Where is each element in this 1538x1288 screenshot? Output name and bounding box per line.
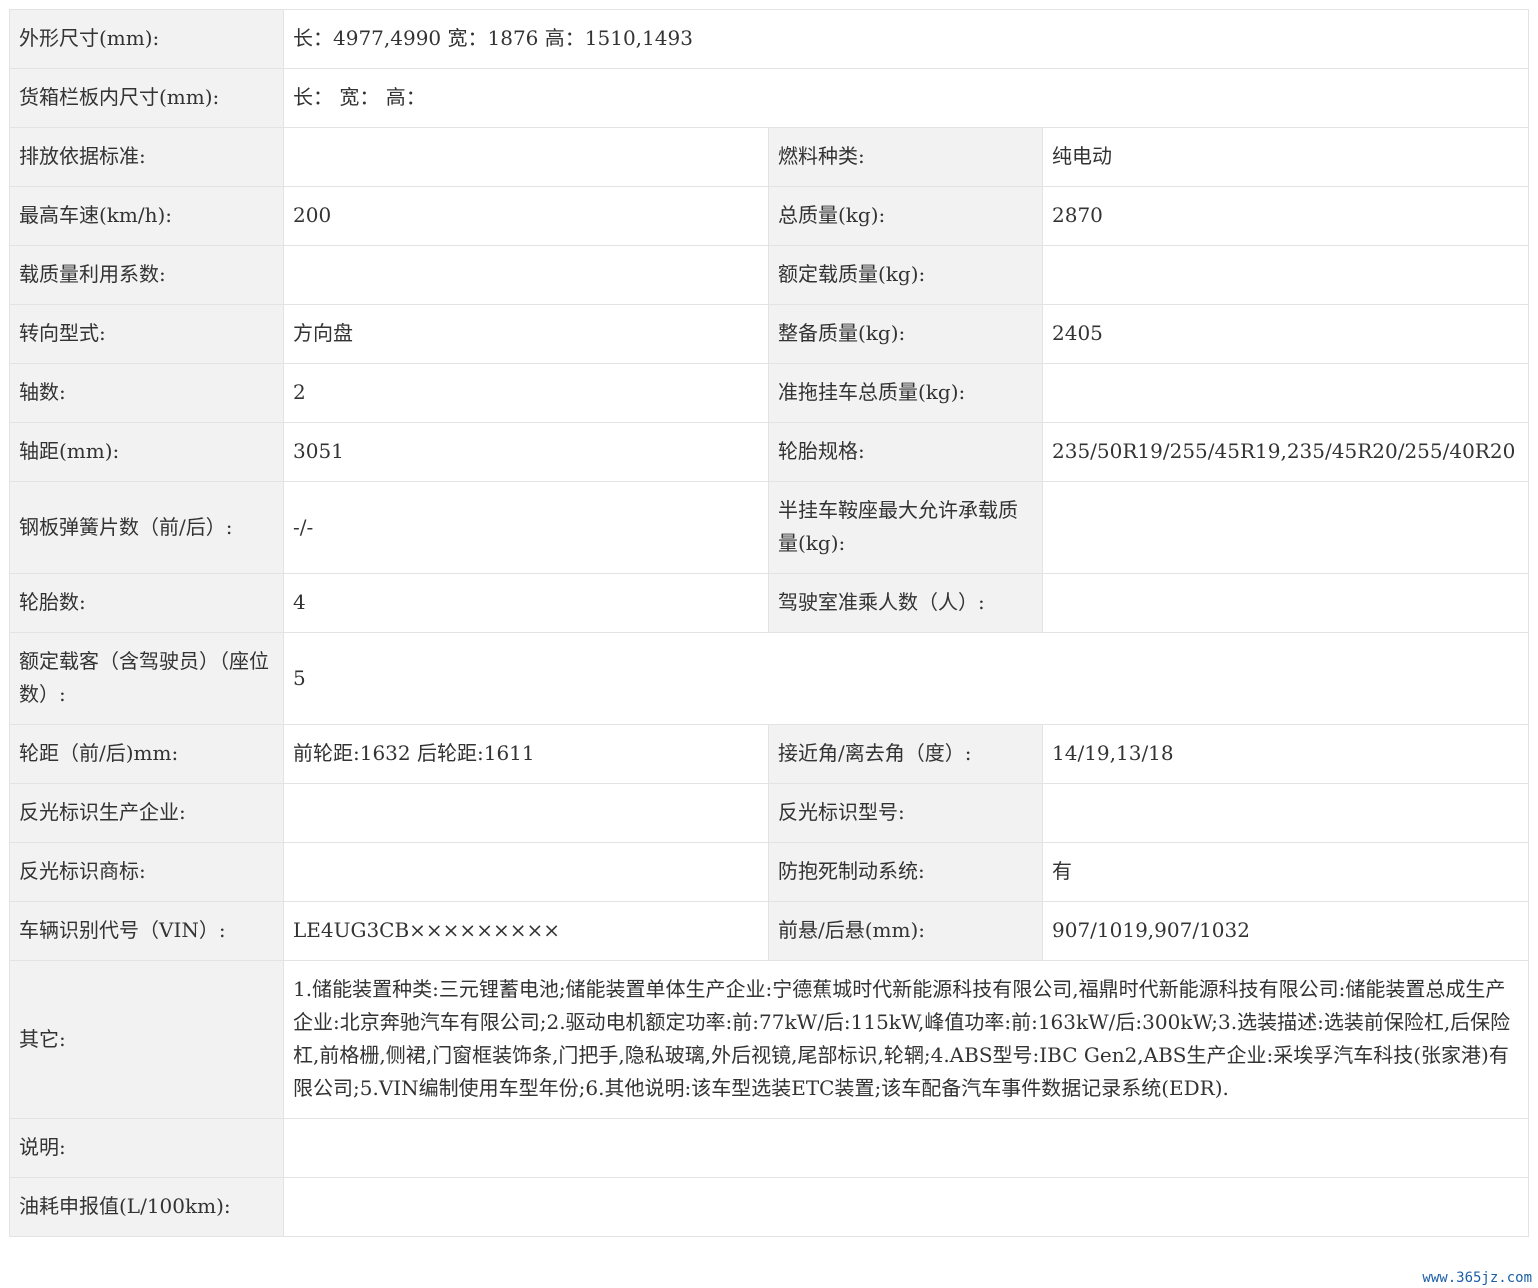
label-curb-mass: 整备质量(kg): [768, 304, 1043, 364]
label-cab-occupants: 驾驶室准乘人数（人）: [768, 573, 1043, 633]
row-load-utilization: 载质量利用系数: 额定载质量(kg): [9, 245, 1529, 305]
value-approach-departure: 14/19,13/18 [1042, 724, 1529, 784]
value-track-width: 前轮距:1632 后轮距:1611 [283, 724, 769, 784]
site-watermark: www.365jz.com [1422, 1270, 1532, 1286]
label-other: 其它: [9, 960, 284, 1119]
row-emission-fuel: 排放依据标准: 燃料种类: 纯电动 [9, 127, 1529, 187]
value-tire-spec: 235/50R19/255/45R19,235/45R20/255/40R20 [1042, 422, 1529, 482]
value-abs: 有 [1042, 842, 1529, 902]
label-axle-count: 轴数: [9, 363, 284, 423]
row-vin-overhang: 车辆识别代号（VIN）: LE4UG3CB××××××××× 前悬/后悬(mm)… [9, 901, 1529, 961]
label-track-width: 轮距（前/后)mm: [9, 724, 284, 784]
value-reflector-maker [283, 783, 769, 843]
row-track-angles: 轮距（前/后)mm: 前轮距:1632 后轮距:1611 接近角/离去角（度）:… [9, 724, 1529, 784]
value-curb-mass: 2405 [1042, 304, 1529, 364]
value-leaf-springs: -/- [283, 481, 769, 574]
value-reflector-brand [283, 842, 769, 902]
value-other: 1.储能装置种类:三元锂蓄电池;储能装置单体生产企业:宁德蕉城时代新能源科技有限… [283, 960, 1529, 1119]
label-load-utilization: 载质量利用系数: [9, 245, 284, 305]
label-emission-standard: 排放依据标准: [9, 127, 284, 187]
label-leaf-springs: 钢板弹簧片数（前/后）: [9, 481, 284, 574]
value-notes [283, 1118, 1529, 1178]
label-steering-type: 转向型式: [9, 304, 284, 364]
row-reflector-brand-abs: 反光标识商标: 防抱死制动系统: 有 [9, 842, 1529, 902]
row-tire-count-cab: 轮胎数: 4 驾驶室准乘人数（人）: [9, 573, 1529, 633]
label-cargo-box-dimensions: 货箱栏板内尺寸(mm): [9, 68, 284, 128]
value-fuel-type: 纯电动 [1042, 127, 1529, 187]
label-vin: 车辆识别代号（VIN）: [9, 901, 284, 961]
value-vin: LE4UG3CB××××××××× [283, 901, 769, 961]
label-saddle-load: 半挂车鞍座最大允许承载质量(kg): [768, 481, 1043, 574]
label-tire-count: 轮胎数: [9, 573, 284, 633]
label-wheelbase: 轴距(mm): [9, 422, 284, 482]
row-seats: 额定载客（含驾驶员）（座位数）: 5 [9, 632, 1529, 725]
row-axles-trailer: 轴数: 2 准拖挂车总质量(kg): [9, 363, 1529, 423]
value-cab-occupants [1042, 573, 1529, 633]
value-max-speed: 200 [283, 186, 769, 246]
label-tire-spec: 轮胎规格: [768, 422, 1043, 482]
value-steering-type: 方向盘 [283, 304, 769, 364]
label-max-speed: 最高车速(km/h): [9, 186, 284, 246]
row-notes: 说明: [9, 1118, 1529, 1178]
value-reflector-model [1042, 783, 1529, 843]
label-total-mass: 总质量(kg): [768, 186, 1043, 246]
label-notes: 说明: [9, 1118, 284, 1178]
row-other: 其它: 1.储能装置种类:三元锂蓄电池;储能装置单体生产企业:宁德蕉城时代新能源… [9, 960, 1529, 1119]
row-cargo-box-dimensions: 货箱栏板内尺寸(mm): 长： 宽： 高： [9, 68, 1529, 128]
label-abs: 防抱死制动系统: [768, 842, 1043, 902]
value-axle-count: 2 [283, 363, 769, 423]
row-speed-mass: 最高车速(km/h): 200 总质量(kg): 2870 [9, 186, 1529, 246]
value-trailer-mass [1042, 363, 1529, 423]
value-rated-passengers: 5 [283, 632, 1529, 725]
label-overhang: 前悬/后悬(mm): [768, 901, 1043, 961]
label-trailer-mass: 准拖挂车总质量(kg): [768, 363, 1043, 423]
label-fuel-type: 燃料种类: [768, 127, 1043, 187]
label-rated-load: 额定载质量(kg): [768, 245, 1043, 305]
value-dimensions: 长：4977,4990 宽：1876 高：1510,1493 [283, 9, 1529, 69]
value-overhang: 907/1019,907/1032 [1042, 901, 1529, 961]
value-wheelbase: 3051 [283, 422, 769, 482]
row-reflector-maker-model: 反光标识生产企业: 反光标识型号: [9, 783, 1529, 843]
row-springs-saddle: 钢板弹簧片数（前/后）: -/- 半挂车鞍座最大允许承载质量(kg): [9, 481, 1529, 574]
row-dimensions: 外形尺寸(mm): 长：4977,4990 宽：1876 高：1510,1493 [9, 9, 1529, 69]
row-fuel-consumption: 油耗申报值(L/100km): [9, 1177, 1529, 1237]
label-reflector-brand: 反光标识商标: [9, 842, 284, 902]
value-fuel-consumption [283, 1177, 1529, 1237]
value-total-mass: 2870 [1042, 186, 1529, 246]
row-steering-curb: 转向型式: 方向盘 整备质量(kg): 2405 [9, 304, 1529, 364]
value-saddle-load [1042, 481, 1529, 574]
label-rated-passengers: 额定载客（含驾驶员）（座位数）: [9, 632, 284, 725]
value-tire-count: 4 [283, 573, 769, 633]
value-rated-load [1042, 245, 1529, 305]
value-load-utilization [283, 245, 769, 305]
value-cargo-box-dimensions: 长： 宽： 高： [283, 68, 1529, 128]
value-emission-standard [283, 127, 769, 187]
label-fuel-consumption: 油耗申报值(L/100km): [9, 1177, 284, 1237]
label-reflector-model: 反光标识型号: [768, 783, 1043, 843]
label-dimensions: 外形尺寸(mm): [9, 9, 284, 69]
row-wheelbase-tires: 轴距(mm): 3051 轮胎规格: 235/50R19/255/45R19,2… [9, 422, 1529, 482]
vehicle-spec-table: 外形尺寸(mm): 长：4977,4990 宽：1876 高：1510,1493… [9, 9, 1529, 1237]
label-reflector-maker: 反光标识生产企业: [9, 783, 284, 843]
label-approach-departure: 接近角/离去角（度）: [768, 724, 1043, 784]
